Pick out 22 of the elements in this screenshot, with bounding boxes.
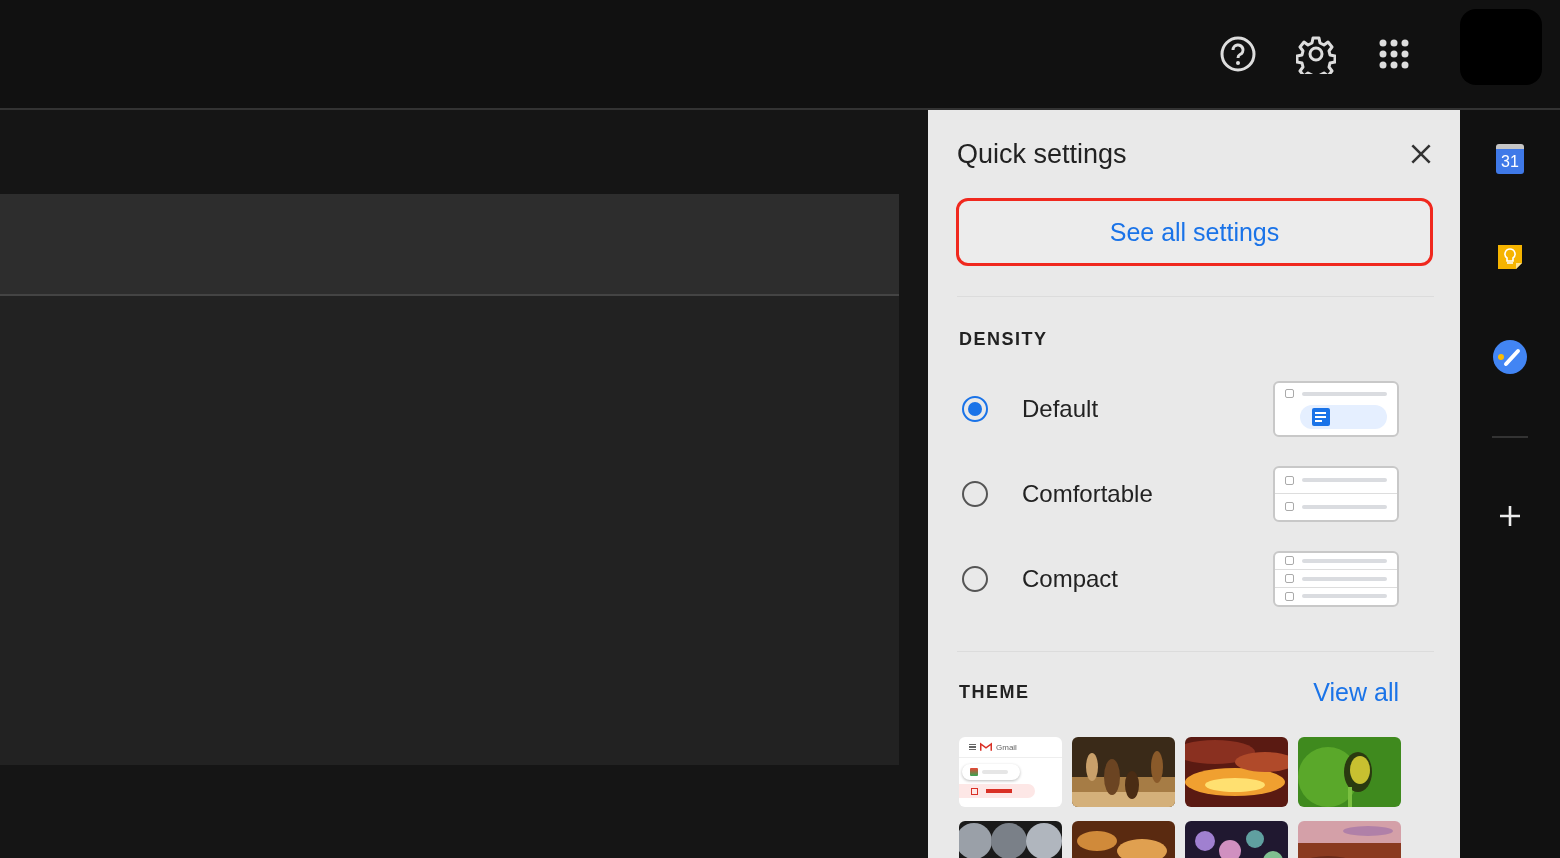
- radio-button[interactable]: [962, 565, 988, 592]
- density-label[interactable]: Default: [1022, 394, 1273, 423]
- theme-thumbnail[interactable]: Gmail: [959, 737, 1062, 807]
- panel-title: Quick settings: [957, 138, 1127, 170]
- calendar-icon[interactable]: 31: [1496, 144, 1524, 174]
- app-name: Gmail: [996, 742, 1017, 752]
- see-all-settings-button[interactable]: See all settings: [956, 198, 1433, 266]
- plus-icon: [970, 768, 978, 776]
- settings-icon[interactable]: [1296, 34, 1336, 74]
- checkmark-circle-icon[interactable]: [1493, 340, 1527, 374]
- inbox-icon: [971, 787, 978, 795]
- help-icon[interactable]: [1218, 34, 1258, 74]
- lightbulb-note-icon[interactable]: [1495, 242, 1525, 272]
- density-label[interactable]: Comfortable: [1022, 479, 1273, 508]
- mail-icon: [980, 742, 992, 752]
- radio-button[interactable]: [962, 480, 988, 507]
- view-all-link[interactable]: View all: [1313, 678, 1399, 707]
- radio-button[interactable]: [962, 395, 988, 422]
- density-label[interactable]: Compact: [1022, 564, 1273, 593]
- add-icon[interactable]: [1498, 504, 1522, 528]
- section-heading: DENSITY: [959, 329, 1049, 350]
- section-heading: THEME: [959, 682, 1030, 703]
